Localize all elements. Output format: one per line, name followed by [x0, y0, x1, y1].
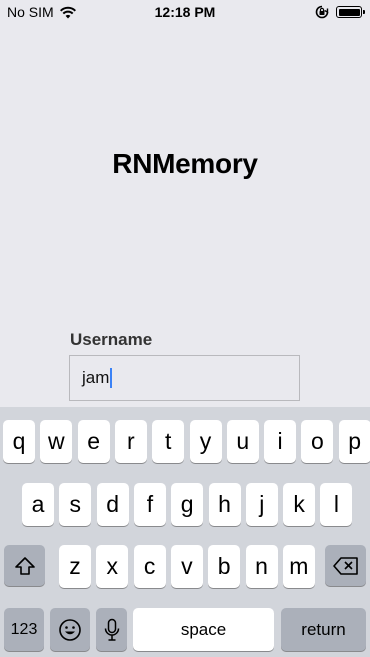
key-label: x	[106, 553, 119, 579]
key-o[interactable]: o	[301, 420, 334, 463]
key-label: g	[180, 491, 194, 517]
space-key[interactable]: space	[133, 608, 274, 651]
key-z[interactable]: z	[59, 545, 91, 588]
key-label: j	[259, 491, 265, 517]
delete-icon	[332, 556, 358, 575]
space-key-label: space	[180, 619, 227, 639]
emoji-key[interactable]	[50, 608, 90, 651]
key-l[interactable]: l	[320, 483, 353, 526]
key-label: c	[143, 553, 156, 579]
battery-icon	[336, 6, 365, 18]
return-key-label: return	[301, 619, 346, 639]
key-label: z	[69, 553, 81, 579]
key-b[interactable]: b	[208, 545, 241, 588]
key-label: y	[199, 428, 212, 454]
key-label: o	[310, 428, 324, 454]
emoji-icon	[59, 618, 81, 641]
key-n[interactable]: n	[245, 545, 278, 588]
keyboard: qwe r t yu i op asd fgh j k l zxcvbnm 123 space r…	[0, 407, 370, 657]
key-h[interactable]: h	[208, 483, 241, 526]
key-p[interactable]: p	[338, 420, 370, 463]
key-label: u	[236, 428, 250, 454]
numbers-key[interactable]: 123	[4, 608, 44, 651]
key-a[interactable]: a	[22, 483, 54, 526]
username-label: Username	[70, 330, 153, 349]
key-d[interactable]: d	[96, 483, 129, 526]
key-label: b	[217, 553, 231, 579]
key-f[interactable]: f	[133, 483, 166, 526]
key-label: p	[348, 428, 362, 454]
key-e[interactable]: e	[77, 420, 110, 463]
key-t[interactable]: t	[152, 420, 185, 463]
key-label: i	[277, 428, 283, 454]
key-label: v	[181, 553, 193, 579]
key-label: t	[164, 428, 172, 454]
key-label: w	[47, 428, 65, 454]
key-y[interactable]: y	[189, 420, 222, 463]
key-k[interactable]: k	[283, 483, 316, 526]
key-label: k	[293, 491, 305, 517]
key-j[interactable]: j	[245, 483, 278, 526]
username-value: jam	[82, 368, 110, 387]
shift-icon	[14, 556, 35, 575]
numbers-key-label: 123	[10, 620, 38, 638]
microphone-icon	[104, 618, 119, 641]
key-label: n	[255, 553, 268, 579]
delete-key[interactable]	[325, 545, 366, 586]
key-label: e	[87, 428, 100, 454]
key-q[interactable]: q	[3, 420, 35, 463]
key-label: a	[31, 491, 45, 517]
app-title: RNMemory	[112, 148, 258, 179]
return-key[interactable]: return	[281, 608, 366, 651]
shift-key[interactable]	[4, 545, 45, 586]
key-label: s	[69, 491, 82, 517]
status-bar: No SIM 12:18 PM	[0, 0, 370, 24]
orientation-lock-icon	[315, 5, 329, 19]
key-c[interactable]: c	[133, 545, 166, 588]
key-r[interactable]: r	[114, 420, 147, 463]
key-g[interactable]: g	[171, 483, 204, 526]
key-s[interactable]: s	[59, 483, 92, 526]
key-label: f	[146, 491, 154, 517]
text-caret	[110, 368, 113, 388]
key-v[interactable]: v	[170, 545, 203, 588]
key-label: h	[218, 491, 231, 517]
key-i[interactable]: i	[264, 420, 297, 463]
username-input[interactable]: jam	[69, 355, 300, 401]
key-u[interactable]: u	[226, 420, 259, 463]
key-w[interactable]: w	[40, 420, 73, 463]
key-label: r	[127, 428, 135, 454]
key-label: l	[333, 491, 339, 517]
microphone-key[interactable]	[96, 608, 127, 651]
key-label: d	[106, 491, 119, 517]
key-m[interactable]: m	[282, 545, 315, 588]
key-label: m	[289, 553, 309, 579]
key-x[interactable]: x	[96, 545, 129, 588]
status-right	[314, 4, 365, 20]
key-label: q	[12, 428, 26, 454]
